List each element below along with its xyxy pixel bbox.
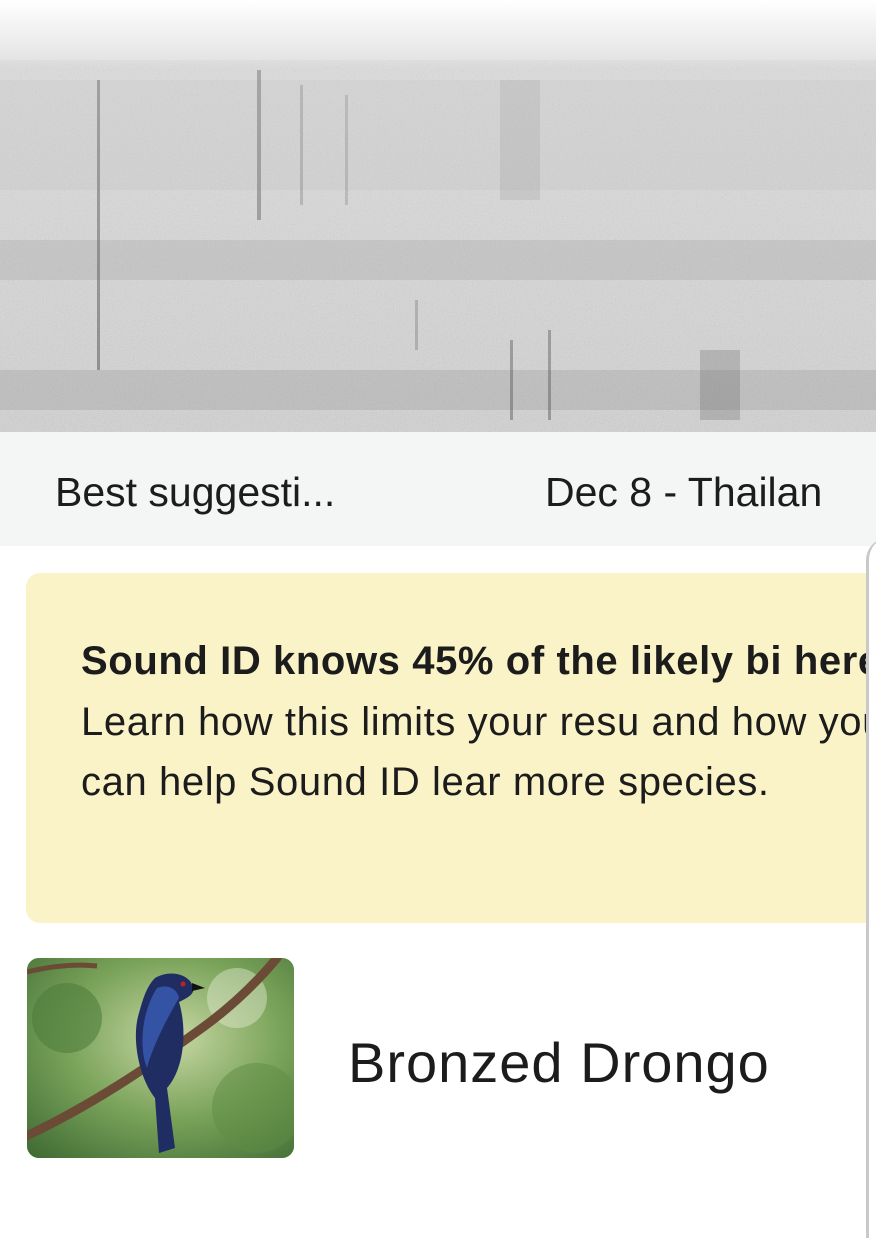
species-name: Bronzed Drongo bbox=[348, 1031, 770, 1094]
coverage-notice-card[interactable]: Sound ID knows 45% of the likely bi here… bbox=[26, 573, 876, 923]
date-location-label: Dec 8 - Thailan bbox=[545, 469, 823, 515]
coverage-notice-body: Learn how this limits your resu and how … bbox=[81, 699, 876, 805]
coverage-notice-text: Sound ID knows 45% of the likely bi here… bbox=[81, 631, 876, 813]
spectrogram[interactable] bbox=[0, 0, 876, 432]
suggestion-label[interactable]: Best suggesti... bbox=[55, 467, 335, 517]
coverage-notice-bold: Sound ID knows 45% of the likely bi here… bbox=[81, 639, 876, 683]
species-result-row[interactable]: Bronzed Drongo bbox=[0, 958, 876, 1158]
recording-meta-bar: Best suggesti... Dec 8 - Thailan bbox=[0, 432, 876, 546]
bird-photo-icon bbox=[27, 958, 294, 1158]
